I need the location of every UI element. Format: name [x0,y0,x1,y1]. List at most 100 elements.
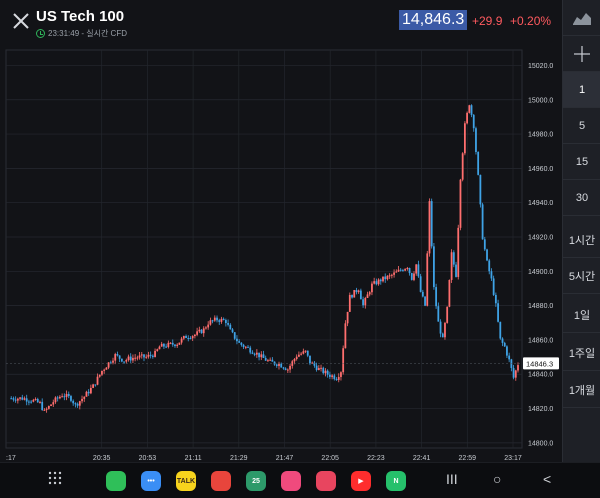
candle-body [461,153,464,180]
kakaotalk-app-icon[interactable]: TALK [176,471,196,491]
candle-body [98,374,101,377]
x-tick-label: 21:29 [230,455,248,462]
candle-body [399,269,402,271]
candle-body [415,264,418,274]
candle-body [123,361,125,363]
x-tick-label: 21:11 [185,455,202,462]
candle-body [89,387,92,394]
candle-body [43,409,46,411]
candle-body [408,267,411,274]
candle-body [229,324,232,330]
y-tick-label: 14880.0 [528,303,553,310]
candle-body [103,369,106,371]
candle-body [87,391,90,394]
naver-app-icon[interactable]: N [386,471,406,491]
timeframe-1[interactable]: 1 [563,72,600,108]
youtube-app-icon[interactable]: ▶ [351,471,371,491]
candle-body [61,396,64,398]
candle-body [96,376,99,385]
candle-body [386,275,389,280]
candle-body [247,346,249,348]
candle-body [452,252,455,265]
crosshair-button[interactable] [563,36,600,72]
price-change: +29.9 [472,14,503,28]
candle-body [258,352,260,358]
candle-body [300,353,303,355]
timeframe-5h[interactable]: 5시간 [563,258,600,294]
candle-body [446,306,449,323]
candle-body [384,276,387,280]
candle-body [196,331,199,335]
candle-body [355,290,358,293]
subtitle-text: 23:31:49 - 실시간 CFD [48,29,127,38]
candle-body [132,357,134,361]
candle-body [127,356,130,360]
close-button[interactable] [10,10,32,32]
candle-body [466,112,468,124]
candle-body [251,352,254,354]
flower-app-icon[interactable] [281,471,301,491]
candle-body [428,201,431,254]
candle-body [335,379,338,381]
y-tick-label: 14940.0 [528,200,553,207]
timeframe-5[interactable]: 5 [563,108,600,144]
candle-body [344,323,347,349]
candle-body [402,270,404,272]
subtitle: 23:31:49 - 실시간 CFD [36,28,127,39]
phone-app-icon[interactable] [106,471,126,491]
chart-header: US Tech 100 23:31:49 - 실시간 CFD 14,846.3 … [0,0,562,44]
candle-body [32,399,35,402]
candle-body [25,398,28,402]
x-tick-label: 21:47 [276,455,294,462]
candle-body [211,320,214,322]
back-button[interactable]: < [543,471,551,487]
candle-body [145,356,148,358]
candle-body [125,359,128,362]
candle-body [147,354,150,357]
candle-body [275,364,278,366]
candle-body [331,375,334,377]
candle-body [193,334,196,337]
app-drawer-icon[interactable] [48,471,62,485]
candle-body [10,398,13,400]
chart-type-button[interactable] [563,0,600,36]
candle-body [514,370,517,378]
candle-body [41,401,44,410]
candle-body [512,368,515,378]
candle-body [364,297,367,306]
candle-body [134,357,137,359]
candle-body [366,294,369,298]
candle-body [267,360,269,362]
timeframe-30[interactable]: 30 [563,180,600,216]
candle-body [165,346,168,348]
candle-body [92,384,94,388]
candle-body [304,350,307,352]
calendar-app-icon[interactable]: 25 [246,471,266,491]
candle-body [488,260,491,272]
candle-body [167,342,170,347]
candlestick-chart[interactable]: 15020.0 15000.0 14980.0 14960.0 14940.0 14920… [0,44,562,462]
price-chart[interactable]: 15020.0 15000.0 14980.0 14960.0 14940.0 14920… [0,44,562,462]
system-navigation-bar: ••• TALK 25 ▶ N III ○ < [0,462,600,498]
timeframe-1h[interactable]: 1시간 [563,222,600,258]
candle-body [264,357,267,361]
y-tick-label: 14900.0 [528,269,553,276]
chrome-app-icon[interactable] [211,471,231,491]
candle-body [39,401,41,403]
messages-app-icon[interactable]: ••• [141,471,161,491]
camera-app-icon[interactable] [316,471,336,491]
timeframe-1m[interactable]: 1개월 [563,372,600,408]
candle-body [359,290,362,300]
home-button[interactable]: ○ [493,471,501,487]
candle-body [373,281,376,284]
candle-body [255,352,258,355]
recents-button[interactable]: III [446,471,458,487]
candle-body [417,264,420,277]
timeframe-1w[interactable]: 1주일 [563,335,600,371]
timeframe-15[interactable]: 15 [563,144,600,180]
candle-body [395,271,398,273]
candle-body [262,354,265,358]
candle-body [78,401,81,406]
candle-body [340,372,342,377]
timeframe-1d[interactable]: 1일 [563,297,600,333]
